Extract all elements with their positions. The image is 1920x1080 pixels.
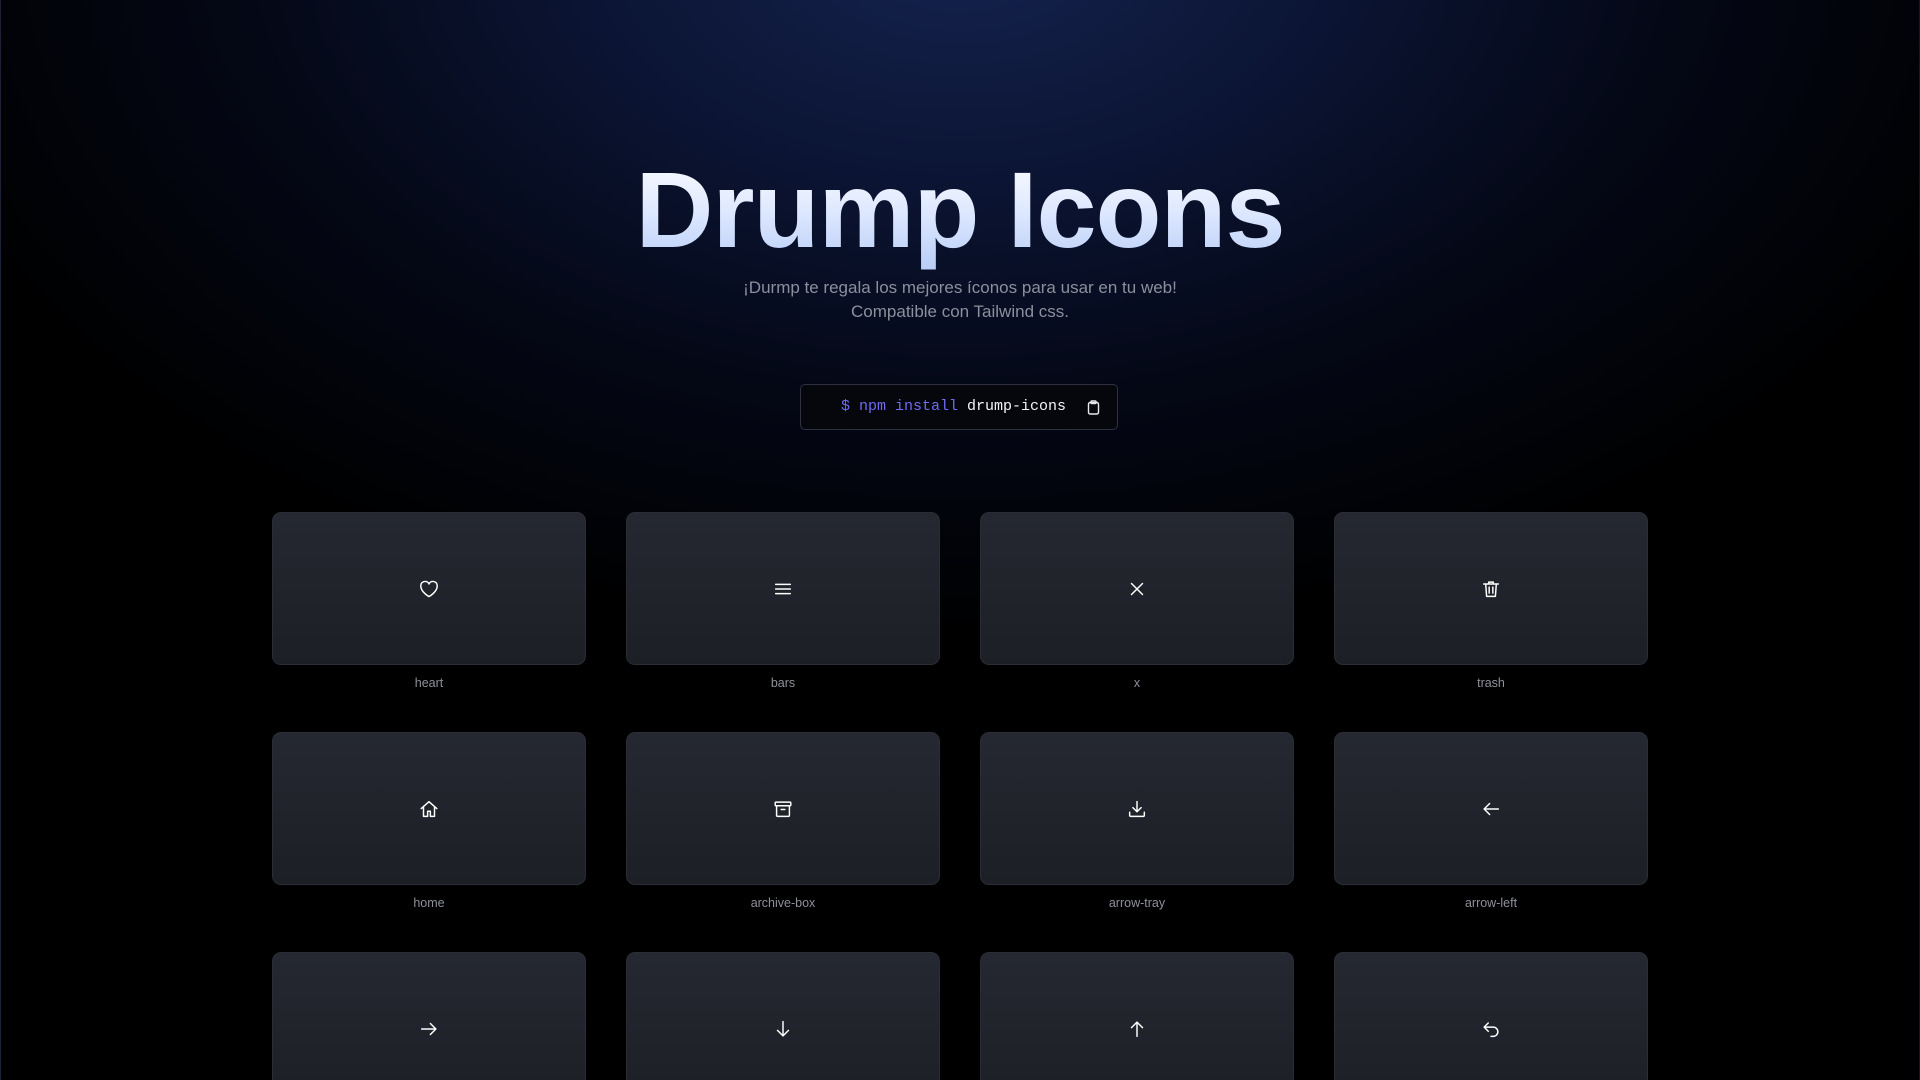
icon-label: archive-box: [750, 896, 816, 910]
subtitle-line-1: ¡Durmp te regala los mejores íconos para…: [743, 278, 1177, 297]
trash-icon: [1482, 580, 1500, 597]
bars-icon: [774, 583, 792, 594]
icon-label: home: [413, 896, 445, 910]
icon-card-arrow-uturn-left[interactable]: [1334, 952, 1648, 1080]
arrow-left-icon: [1483, 802, 1500, 815]
icon-card-arrow-left[interactable]: [1334, 732, 1648, 885]
icon-item: [980, 952, 1294, 1080]
icon-card-arrow-up[interactable]: [980, 952, 1294, 1080]
icon-item: [626, 952, 940, 1080]
icon-item: trash: [1334, 512, 1648, 691]
icon-item: home: [272, 732, 586, 911]
icon-card-home[interactable]: [272, 732, 586, 885]
install-command-prefix: $ npm install: [841, 398, 959, 415]
subtitle-line-2: Compatible con Tailwind css.: [851, 302, 1069, 321]
arrow-tray-icon: [1128, 800, 1146, 817]
icon-label: heart: [414, 676, 444, 690]
icon-card-bars[interactable]: [626, 512, 940, 665]
icon-item: heart: [272, 512, 586, 691]
icon-item: arrow-left: [1334, 732, 1648, 911]
page-subtitle: ¡Durmp te regala los mejores íconos para…: [0, 276, 1920, 324]
arrow-down-icon: [776, 1020, 790, 1037]
home-icon: [420, 800, 438, 817]
archive-box-icon: [774, 800, 792, 817]
icon-item: bars: [626, 512, 940, 691]
icon-item: archive-box: [626, 732, 940, 911]
icon-card-arrow-tray[interactable]: [980, 732, 1294, 885]
icon-card-arrow-right[interactable]: [272, 952, 586, 1080]
icon-label: trash: [1477, 676, 1505, 690]
arrow-right-icon: [420, 1022, 437, 1035]
icon-label: x: [1133, 676, 1141, 690]
icon-card-x[interactable]: [980, 512, 1294, 665]
icon-label: arrow-left: [1464, 896, 1518, 910]
install-command: $ npm install drump-icons: [841, 385, 1066, 429]
icon-grid: heart bars x trash home archive-box arro…: [272, 512, 1648, 1080]
clipboard-icon: [1087, 399, 1099, 415]
icon-label: bars: [770, 676, 796, 690]
x-icon: [1130, 582, 1144, 595]
arrow-uturn-left-icon: [1483, 1021, 1499, 1037]
install-command-package: drump-icons: [967, 398, 1067, 415]
icon-card-archive-box[interactable]: [626, 732, 940, 885]
copy-button[interactable]: [1083, 397, 1103, 417]
icon-card-heart[interactable]: [272, 512, 586, 665]
install-command-box[interactable]: $ npm install drump-icons: [800, 384, 1118, 430]
icon-label: arrow-tray: [1108, 896, 1166, 910]
page-title: Drump Icons: [0, 150, 1920, 270]
icon-item: arrow-tray: [980, 732, 1294, 911]
icon-card-arrow-down[interactable]: [626, 952, 940, 1080]
icon-card-trash[interactable]: [1334, 512, 1648, 665]
icon-item: [272, 952, 586, 1080]
icon-item: x: [980, 512, 1294, 691]
arrow-up-icon: [1130, 1020, 1144, 1037]
icon-item: [1334, 952, 1648, 1080]
heart-icon: [420, 580, 438, 597]
page: Drump Icons ¡Durmp te regala los mejores…: [0, 0, 1920, 1080]
